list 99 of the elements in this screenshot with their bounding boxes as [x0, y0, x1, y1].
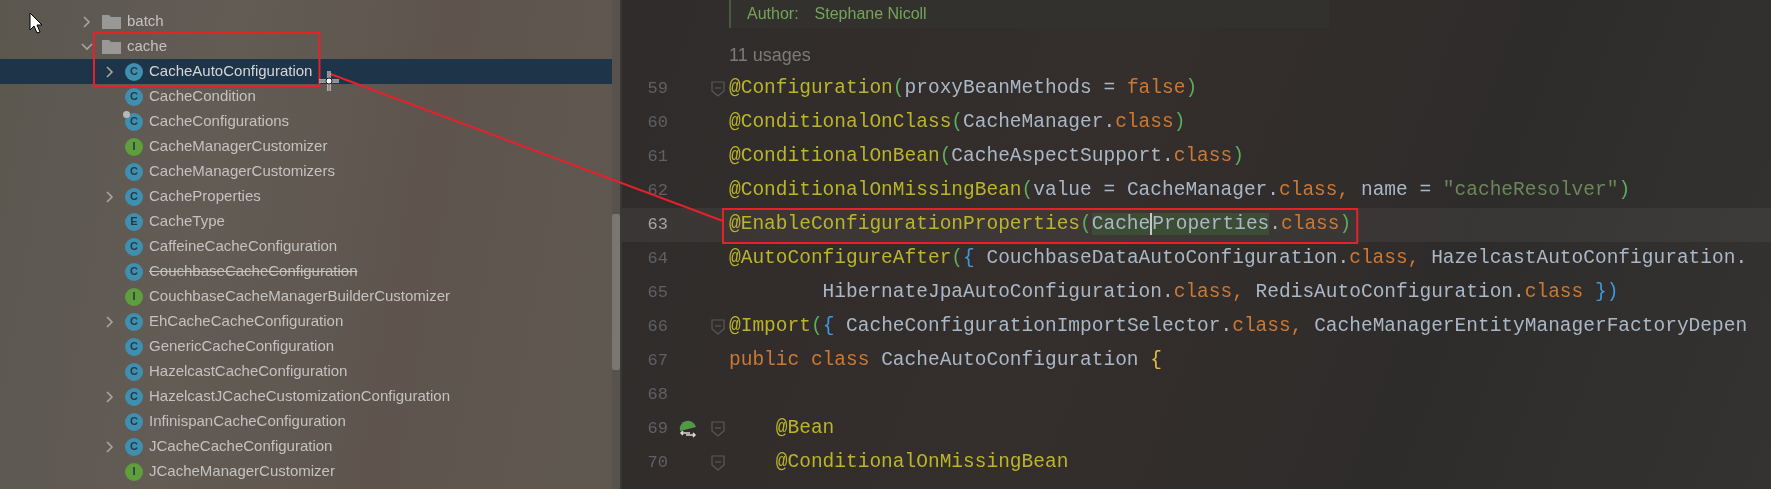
folder-icon: [102, 14, 121, 29]
code-line: @EnableConfigurationProperties(Cache Properties.class): [728, 212, 1352, 238]
doc-author: Stephane Nicoll: [814, 4, 927, 24]
code-line: @ConditionalOnClass(CacheManager.class): [728, 110, 1186, 136]
code-line: @Configuration(proxyBeanMethods = false): [728, 76, 1198, 102]
item-label: batch: [127, 11, 164, 32]
item-label: cache: [127, 36, 168, 57]
item-label: GenericCacheConfiguration: [149, 336, 335, 357]
line-number: 67: [646, 350, 668, 373]
line-number: 59: [646, 78, 668, 101]
item-label: CacheManagerCustomizer: [149, 136, 328, 157]
chevron-right-icon[interactable]: [106, 390, 114, 403]
code-line: HibernateJpaAutoConfiguration.class, RedisAutoConfiguration.class }): [821, 280, 1619, 306]
item-label: JCacheCacheConfiguration: [149, 436, 333, 457]
class-icon: C: [125, 187, 143, 206]
class-icon: C: [125, 262, 143, 281]
bean-icon[interactable]: [678, 419, 698, 439]
code-line: @ConditionalOnMissingBean(value = CacheManager.class, name = "cacheResolver"): [728, 178, 1631, 204]
line-number: 61: [646, 146, 668, 169]
tree-item[interactable]: C CacheManagerCustomizers: [0, 159, 612, 184]
scrollbar-thumb[interactable]: [612, 214, 620, 370]
item-label: CacheProperties: [149, 186, 261, 207]
folder-icon: [102, 39, 121, 54]
class-icon: C: [125, 412, 143, 431]
tree-item[interactable]: batch: [0, 9, 612, 34]
tree-item[interactable]: C InfinispanCacheConfiguration: [0, 409, 612, 434]
line-number: 60: [646, 112, 668, 135]
pointer-icon: [29, 12, 43, 34]
code-line: @Import({ CacheConfigurationImportSelector.class, CacheManagerEntityManagerFactoryDepen: [728, 314, 1748, 340]
line-number: 68: [646, 384, 668, 407]
usages-hint[interactable]: 11 usages: [729, 41, 811, 69]
item-label: JCacheManagerCustomizer: [149, 461, 335, 482]
chevron-right-icon[interactable]: [106, 315, 114, 328]
tree-item[interactable]: I CouchbaseCacheManagerBuilderCustomizer: [0, 284, 612, 309]
tree-item[interactable]: C CacheProperties: [0, 184, 612, 209]
tree-item[interactable]: cache: [0, 34, 612, 59]
class-icon: C: [125, 237, 143, 256]
chevron-right-icon[interactable]: [106, 440, 114, 453]
line-number: 65: [646, 282, 668, 305]
item-label: CouchbaseCacheManagerBuilderCustomizer: [149, 286, 450, 307]
class-icon: C: [125, 112, 143, 131]
fold-icon[interactable]: [711, 81, 725, 97]
class-icon: C: [125, 312, 143, 331]
item-label: HazelcastJCacheCustomizationConfiguration: [149, 386, 450, 407]
tree-item[interactable]: C GenericCacheConfiguration: [0, 334, 612, 359]
doc-label: Author:: [747, 4, 799, 24]
enum-icon: E: [125, 212, 143, 231]
tree-item[interactable]: C CacheCondition: [0, 84, 612, 109]
chevron-right-icon[interactable]: [106, 65, 114, 78]
tree-item[interactable]: C CacheConfigurations: [0, 109, 612, 134]
tree-item[interactable]: C HazelcastCacheConfiguration: [0, 359, 612, 384]
chevron-down-icon[interactable]: [81, 42, 93, 51]
item-label: CacheConfigurations: [149, 111, 290, 132]
tree-item[interactable]: E CacheType: [0, 209, 612, 234]
item-label: CouchbaseCacheConfiguration: [149, 261, 358, 282]
tree-item[interactable]: C HazelcastJCacheCustomizationConfiguration: [0, 384, 612, 409]
tree-item[interactable]: C JCacheCacheConfiguration: [0, 434, 612, 459]
fold-icon[interactable]: [711, 455, 725, 471]
item-label: InfinispanCacheConfiguration: [149, 411, 346, 432]
chevron-right-icon[interactable]: [83, 15, 91, 28]
tree-item[interactable]: C EhCacheCacheConfiguration: [0, 309, 612, 334]
code-token: Properties: [1152, 213, 1270, 236]
code-line: public class CacheAutoConfiguration {: [728, 348, 1162, 374]
class-icon: C: [125, 162, 143, 181]
tree-item[interactable]: I CacheManagerCustomizer: [0, 134, 612, 159]
tree-item[interactable]: I JCacheManagerCustomizer: [0, 459, 612, 484]
item-label: CaffeineCacheConfiguration: [149, 236, 338, 257]
class-icon: C: [125, 62, 143, 81]
item-label: CacheType: [149, 211, 225, 232]
class-icon: C: [125, 387, 143, 406]
code-line: @ConditionalOnBean(CacheAspectSupport.class): [728, 144, 1244, 170]
item-label: CacheManagerCustomizers: [149, 161, 335, 182]
class-icon: C: [125, 362, 143, 381]
item-label: CacheAutoConfiguration: [149, 61, 313, 82]
item-label: HazelcastCacheConfiguration: [149, 361, 348, 382]
fold-icon[interactable]: [711, 319, 725, 335]
tree-item[interactable]: C CacheAutoConfiguration: [0, 59, 612, 84]
item-label: CacheCondition: [149, 86, 256, 107]
code-line: @AutoConfigureAfter({ CouchbaseDataAutoConfiguration.class, HazelcastAutoConfiguration.: [728, 246, 1748, 272]
line-number: 63: [646, 214, 668, 237]
class-icon: C: [125, 87, 143, 106]
chevron-right-icon[interactable]: [106, 190, 114, 203]
code-token: Cache: [1091, 213, 1153, 236]
tree-item[interactable]: C CouchbaseCacheConfiguration: [0, 259, 612, 284]
line-number: 69: [646, 418, 668, 441]
class-icon: C: [125, 437, 143, 456]
item-label: EhCacheCacheConfiguration: [149, 311, 344, 332]
interface-icon: I: [125, 287, 143, 306]
line-number: 66: [646, 316, 668, 339]
line-number: 70: [646, 452, 668, 475]
interface-icon: I: [125, 462, 143, 481]
fold-icon[interactable]: [711, 421, 725, 437]
code-line: @Bean: [774, 416, 835, 442]
class-icon: C: [125, 337, 143, 356]
tree-item[interactable]: C CaffeineCacheConfiguration: [0, 234, 612, 259]
code-line: @ConditionalOnMissingBean: [774, 450, 1069, 476]
interface-icon: I: [125, 137, 143, 156]
move-cursor-icon: [318, 70, 340, 92]
line-number: 64: [646, 248, 668, 271]
